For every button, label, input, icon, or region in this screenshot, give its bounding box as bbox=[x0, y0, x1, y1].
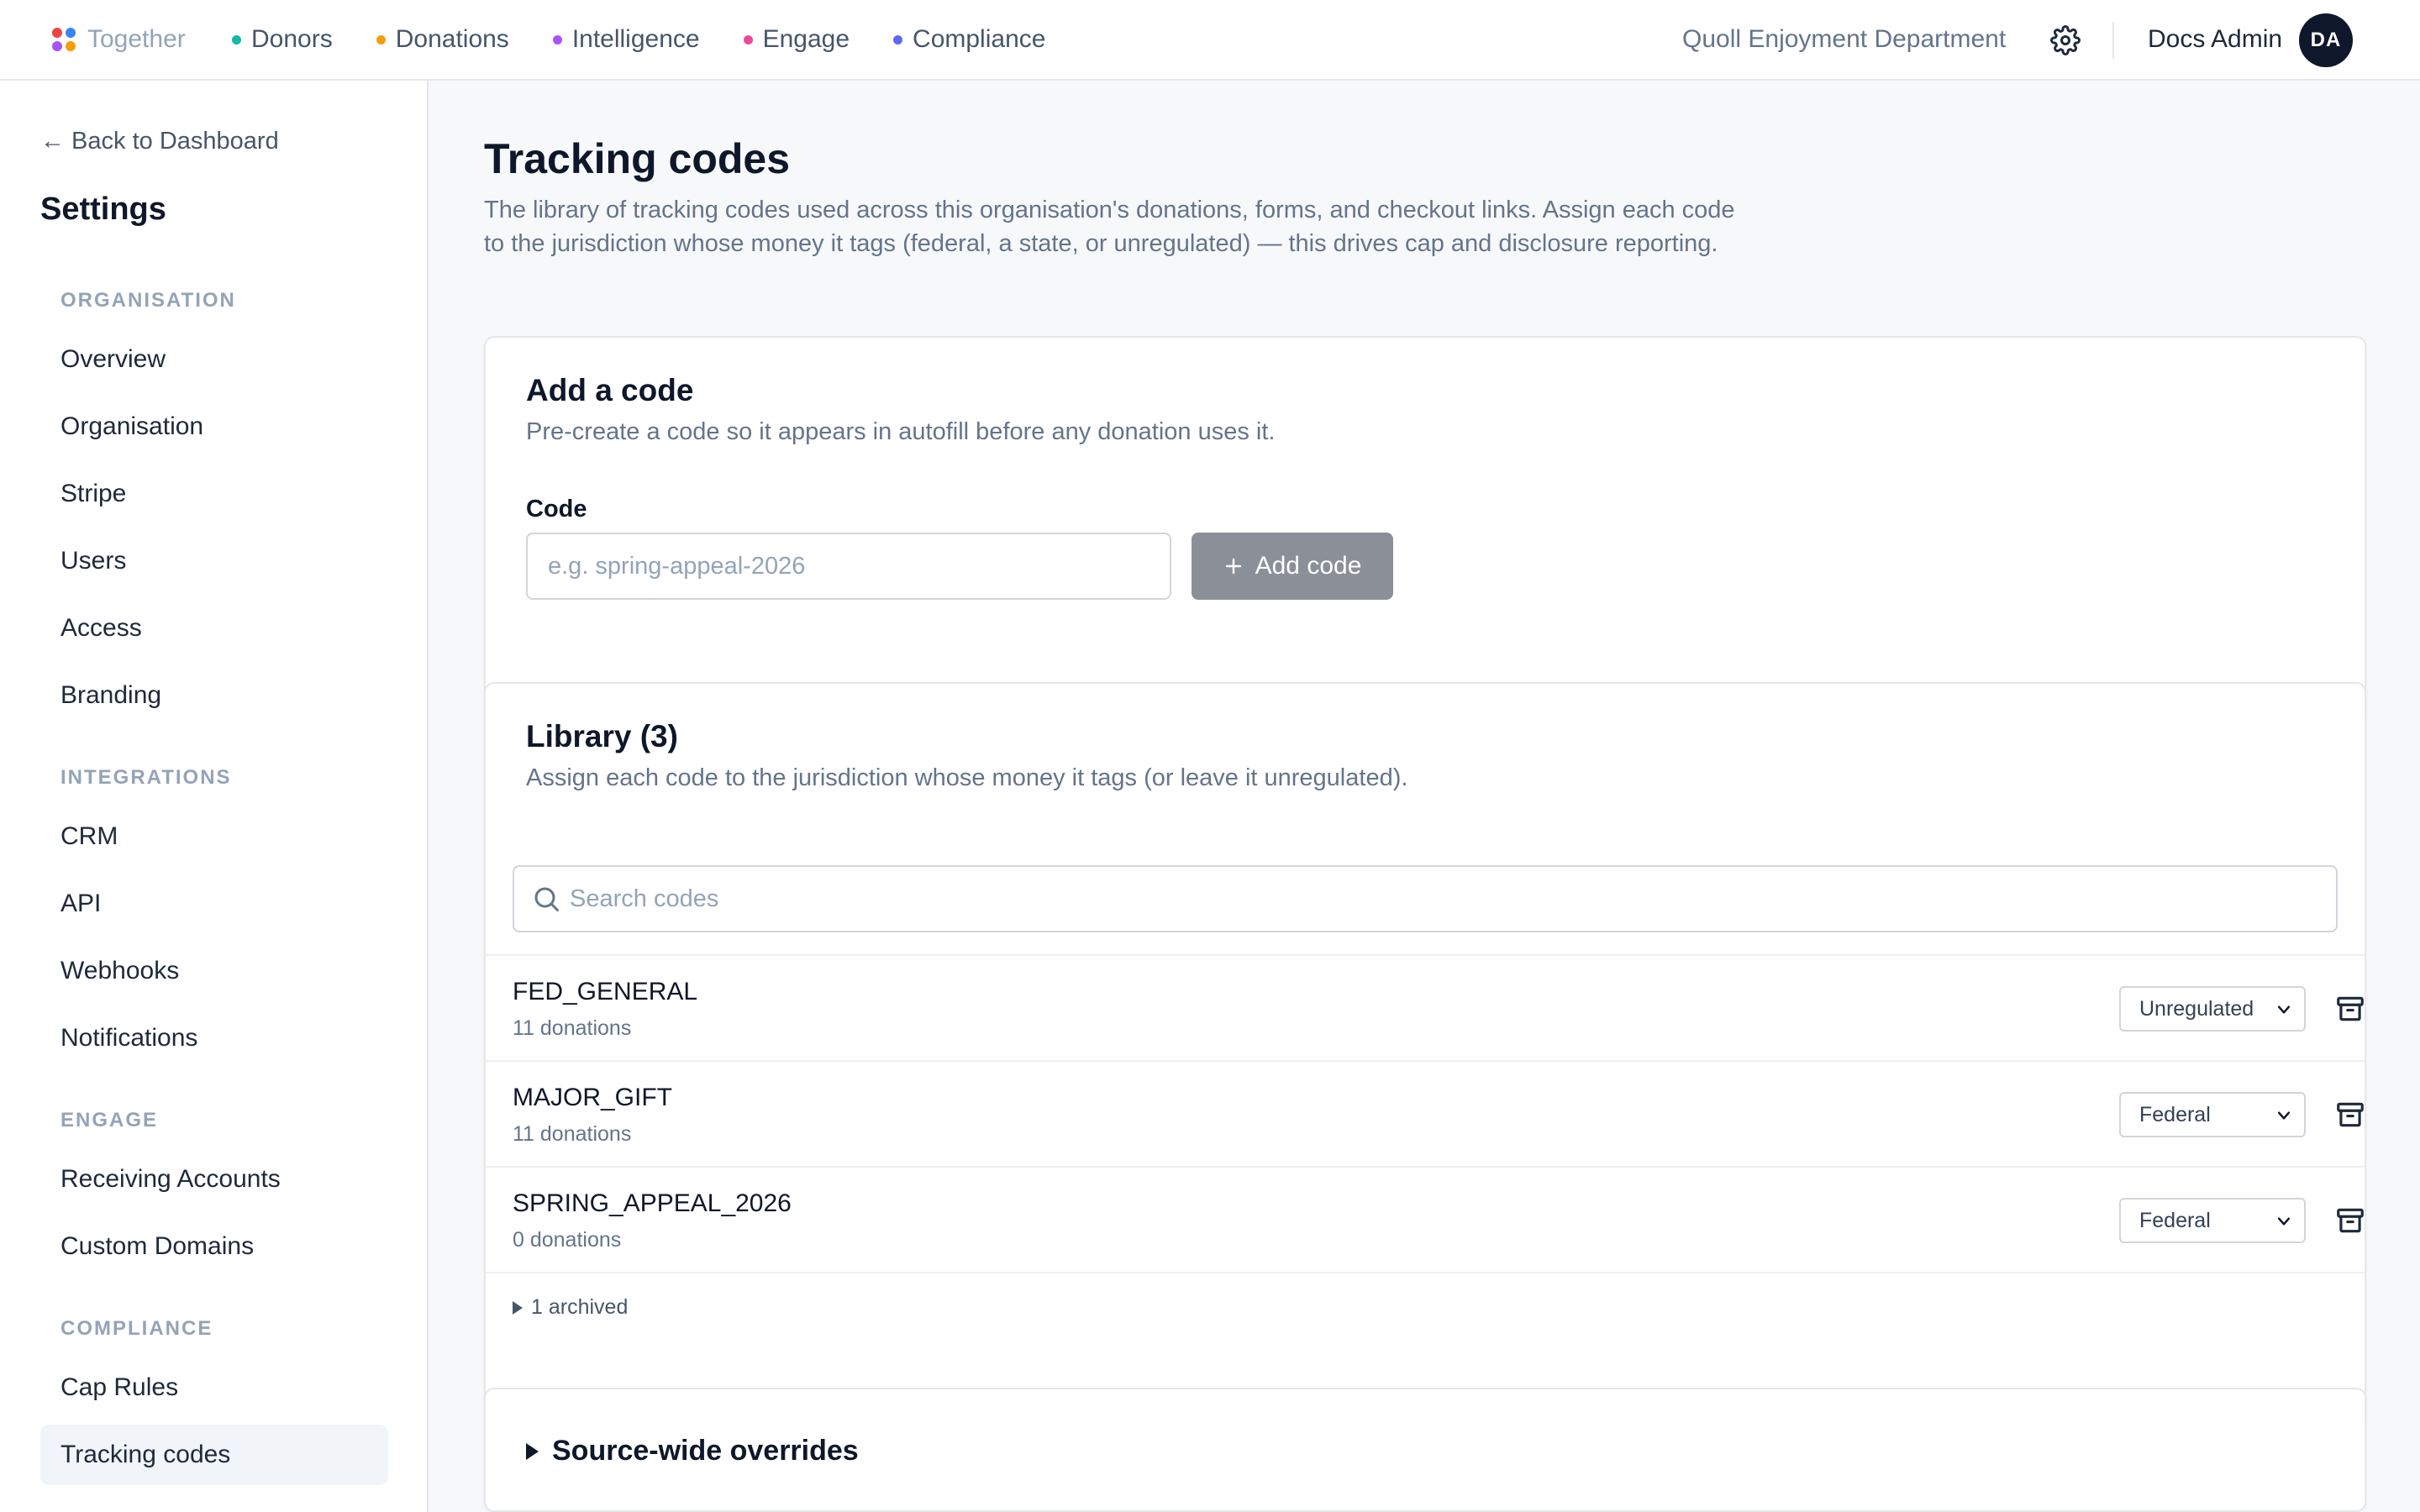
jurisdiction-select[interactable]: Unregulated bbox=[2119, 986, 2306, 1032]
jurisdiction-select[interactable]: Federal bbox=[2119, 1092, 2306, 1137]
brand-logo-icon bbox=[52, 28, 76, 51]
sidebar-item-branding[interactable]: Branding bbox=[40, 665, 388, 726]
nav-item-label: Donors bbox=[251, 25, 333, 53]
row-donation-count: 11 donations bbox=[513, 1016, 632, 1040]
nav-item-intelligence[interactable]: Intelligence bbox=[552, 25, 700, 54]
page-description: The library of tracking codes used acros… bbox=[484, 197, 1735, 257]
row-code: SPRING_APPEAL_2026 bbox=[513, 1189, 792, 1217]
search-input[interactable] bbox=[570, 867, 2317, 931]
sidebar-item-webhooks[interactable]: Webhooks bbox=[40, 941, 388, 1001]
sidebar-item-notifications[interactable]: Notifications bbox=[40, 1008, 388, 1068]
add-code-button[interactable]: Add code bbox=[1192, 533, 1393, 600]
sidebar-item-api[interactable]: API bbox=[40, 874, 388, 934]
top-navigation-bar: Together Donors Donations Intelligence E… bbox=[0, 0, 2420, 81]
user-name[interactable]: Docs Admin bbox=[2148, 0, 2282, 79]
archived-toggle[interactable]: 1 archived bbox=[513, 1295, 628, 1320]
nav-item-label: Donations bbox=[395, 25, 509, 53]
table-row: MAJOR_GIFT 11 donations Federal bbox=[486, 1060, 2365, 1166]
caret-right-icon bbox=[513, 1300, 523, 1315]
nav-dot-icon bbox=[743, 34, 753, 45]
code-field-label: Code bbox=[526, 496, 587, 522]
sidebar-item-users[interactable]: Users bbox=[40, 531, 388, 591]
row-donation-count: 0 donations bbox=[513, 1228, 622, 1252]
sidebar-item-receiving-accounts[interactable]: Receiving Accounts bbox=[40, 1149, 388, 1210]
avatar[interactable]: DA bbox=[2299, 13, 2353, 67]
sidebar-item-custom-domains[interactable]: Custom Domains bbox=[40, 1216, 388, 1277]
organisation-switcher[interactable]: Quoll Enjoyment Department bbox=[1682, 0, 2006, 79]
page-title: Tracking codes bbox=[484, 135, 791, 182]
sidebar-item-organisation[interactable]: Organisation bbox=[40, 396, 388, 457]
sidebar-item-crm[interactable]: CRM bbox=[40, 806, 388, 867]
sidebar-item-overview[interactable]: Overview bbox=[40, 329, 388, 390]
row-donation-count: 11 donations bbox=[513, 1122, 632, 1146]
archived-section: 1 archived bbox=[486, 1272, 2365, 1339]
sidebar-section-integrations: INTEGRATIONS bbox=[60, 766, 232, 789]
add-code-button-label: Add code bbox=[1255, 552, 1362, 580]
nav-item-donations[interactable]: Donations bbox=[376, 25, 509, 54]
header-divider bbox=[2112, 22, 2114, 59]
source-overrides-toggle[interactable]: Source-wide overrides bbox=[526, 1435, 859, 1467]
plus-icon bbox=[1225, 558, 1241, 575]
nav-dot-icon bbox=[232, 34, 241, 45]
archive-icon[interactable] bbox=[2334, 1099, 2366, 1131]
nav-dot-icon bbox=[376, 34, 386, 45]
add-code-title: Add a code bbox=[526, 373, 694, 407]
sidebar-title: Settings bbox=[40, 192, 166, 227]
source-overrides-card: Source-wide overrides bbox=[484, 1388, 2366, 1512]
nav-item-donors[interactable]: Donors bbox=[232, 25, 333, 54]
table-row: SPRING_APPEAL_2026 0 donations Federal bbox=[486, 1166, 2365, 1272]
nav-dot-icon bbox=[893, 34, 903, 45]
row-code: FED_GENERAL bbox=[513, 978, 698, 1005]
nav-item-compliance[interactable]: Compliance bbox=[893, 25, 1045, 54]
library-subtitle: Assign each code to the jurisdiction who… bbox=[526, 764, 1408, 791]
sidebar-section-organisation: ORGANISATION bbox=[60, 289, 236, 312]
archive-icon[interactable] bbox=[2334, 1205, 2366, 1236]
gear-icon[interactable] bbox=[2050, 25, 2081, 55]
settings-sidebar: ← Back to Dashboard Settings ORGANISATIO… bbox=[0, 81, 429, 1512]
sidebar-section-compliance: COMPLIANCE bbox=[60, 1317, 213, 1340]
archive-icon[interactable] bbox=[2334, 993, 2366, 1025]
caret-right-icon bbox=[526, 1442, 539, 1460]
nav-dot-icon bbox=[552, 34, 562, 45]
add-code-card: Add a code Pre-create a code so it appea… bbox=[484, 336, 2366, 722]
table-row: FED_GENERAL 11 donations Unregulated bbox=[486, 954, 2365, 1060]
search-box bbox=[513, 865, 2338, 932]
source-overrides-title: Source-wide overrides bbox=[552, 1435, 859, 1467]
archived-label: 1 archived bbox=[531, 1295, 629, 1319]
search-icon bbox=[534, 887, 559, 911]
row-code: MAJOR_GIFT bbox=[513, 1084, 673, 1111]
add-code-subtitle: Pre-create a code so it appears in autof… bbox=[526, 418, 1276, 445]
back-to-dashboard-link[interactable]: ← Back to Dashboard bbox=[40, 128, 279, 155]
code-input[interactable] bbox=[526, 533, 1171, 600]
library-title: Library (3) bbox=[526, 719, 678, 753]
brand-name: Together bbox=[87, 25, 186, 53]
sidebar-item-cap-rules[interactable]: Cap Rules bbox=[40, 1357, 388, 1418]
brand[interactable]: Together bbox=[52, 0, 186, 79]
sidebar-item-access[interactable]: Access bbox=[40, 598, 388, 659]
nav-item-label: Compliance bbox=[913, 25, 1046, 53]
nav-item-engage[interactable]: Engage bbox=[743, 25, 850, 54]
nav-item-label: Engage bbox=[762, 25, 850, 53]
sidebar-section-engage: ENGAGE bbox=[60, 1109, 159, 1131]
jurisdiction-select[interactable]: Federal bbox=[2119, 1198, 2306, 1243]
main-nav: Donors Donations Intelligence Engage Com… bbox=[232, 0, 1045, 79]
sidebar-item-stripe[interactable]: Stripe bbox=[40, 464, 388, 524]
library-card: Library (3) Assign each code to the juri… bbox=[484, 682, 2366, 1428]
nav-item-label: Intelligence bbox=[571, 25, 700, 53]
main-content: Tracking codes The library of tracking c… bbox=[430, 81, 2420, 1512]
sidebar-item-tracking-codes[interactable]: Tracking codes bbox=[40, 1425, 388, 1485]
